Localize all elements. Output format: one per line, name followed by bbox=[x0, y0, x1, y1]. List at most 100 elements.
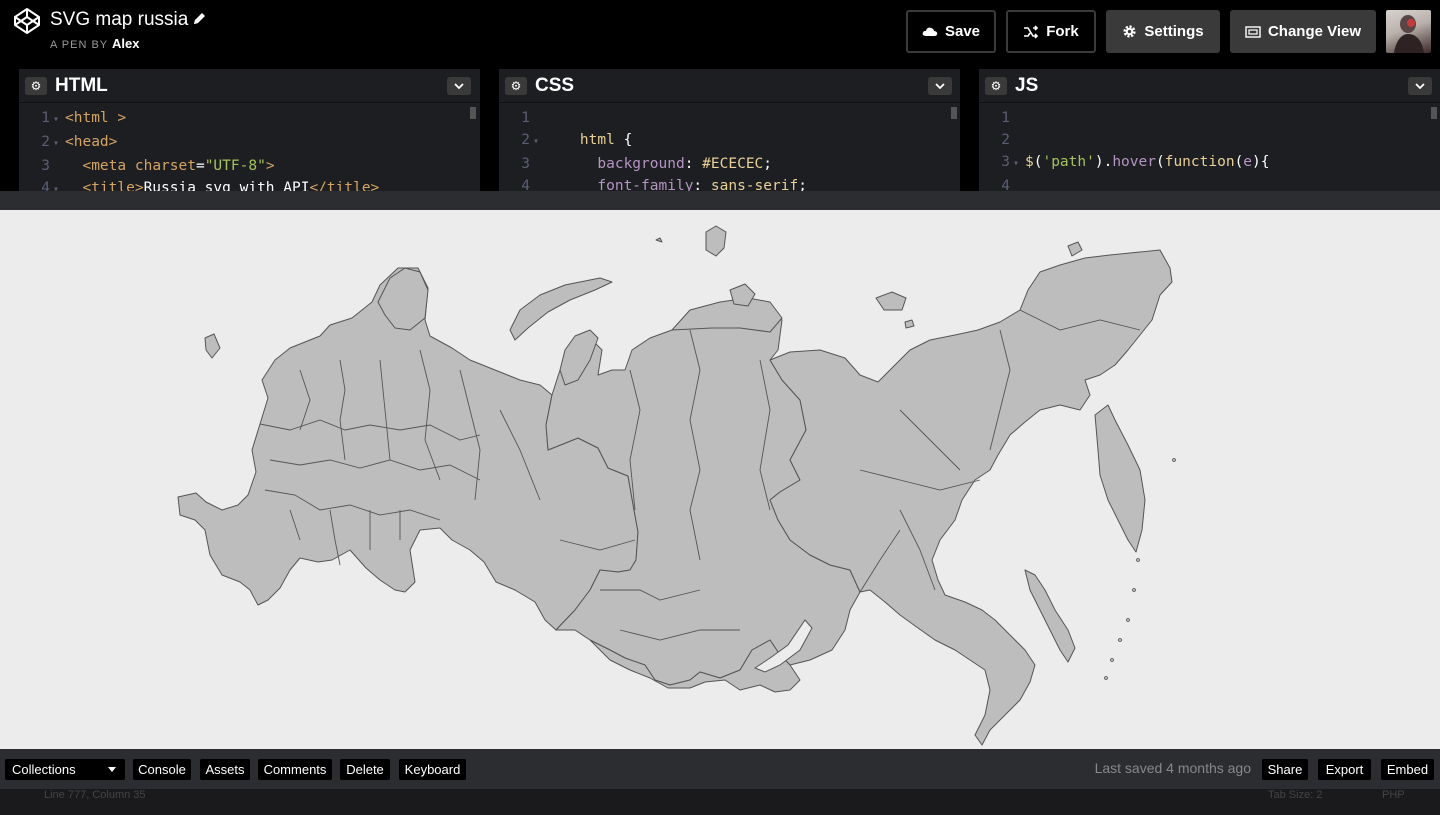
editor-divider-1[interactable] bbox=[480, 69, 499, 192]
map-region-kaliningrad bbox=[204, 333, 221, 359]
css-editor-title: CSS bbox=[535, 75, 575, 96]
js-editor-title: JS bbox=[1015, 75, 1039, 96]
keyboard-button[interactable]: Keyboard bbox=[399, 759, 466, 780]
settings-button[interactable]: Settings bbox=[1106, 10, 1220, 53]
js-editor-pane[interactable]: ⚙ JS 1 2 3 ▾ $('path').hover(function(e){ 4 bbox=[979, 69, 1440, 192]
code-token: function bbox=[1164, 154, 1235, 170]
code-token: font-family bbox=[597, 178, 694, 192]
avatar-image bbox=[1394, 15, 1424, 53]
js-collapse-chevron-down-icon[interactable] bbox=[1408, 77, 1432, 95]
code-line[interactable]: 4 bbox=[979, 175, 1270, 192]
code-token: ; bbox=[798, 178, 807, 192]
code-token: ). bbox=[1094, 154, 1113, 170]
css-editor-pane[interactable]: ⚙ CSS 1 2 ▾ html {3 background: #ECECEC; 4 … bbox=[499, 69, 960, 192]
pencil-edit-icon[interactable] bbox=[191, 11, 207, 27]
map-island-wrangel bbox=[1067, 241, 1083, 257]
russia-map[interactable] bbox=[0, 210, 1440, 749]
collections-label: Collections bbox=[12, 762, 76, 777]
code-line[interactable]: 1 ▾ <html > bbox=[19, 107, 379, 131]
map-island-kuril-4 bbox=[1118, 638, 1122, 642]
js-code[interactable]: 1 2 3 ▾ $('path').hover(function(e){ 4 bbox=[979, 107, 1270, 192]
fork-button[interactable]: Fork bbox=[1006, 10, 1096, 53]
line-number: 2 bbox=[41, 134, 50, 150]
code-token: charset bbox=[134, 158, 196, 174]
html-settings-gear-icon[interactable]: ⚙ bbox=[25, 77, 47, 95]
map-island-small-1 bbox=[655, 237, 663, 243]
comments-button[interactable]: Comments bbox=[258, 759, 332, 780]
code-token: $ bbox=[1025, 154, 1034, 170]
line-number: 4 bbox=[1001, 178, 1010, 192]
code-token: 'path' bbox=[1042, 154, 1095, 170]
status-bar: Line 777, Column 35 Tab Size: 2 PHP bbox=[0, 789, 1440, 815]
code-token: #ECECEC bbox=[702, 156, 764, 172]
css-collapse-chevron-down-icon[interactable] bbox=[928, 77, 952, 95]
code-token: > bbox=[265, 158, 275, 174]
map-island-kuril-2 bbox=[1132, 588, 1136, 592]
author-link[interactable]: Alex bbox=[112, 36, 139, 51]
pen-title[interactable]: SVG map russia bbox=[50, 9, 188, 31]
code-token: ; bbox=[763, 156, 773, 172]
html-editor-pane[interactable]: ⚙ HTML 1 ▾ <html >2 ▾ <head> 3 <meta charset=… bbox=[19, 69, 480, 192]
fork-icon bbox=[1024, 24, 1039, 39]
code-line[interactable]: 4 ▾ <title>Russia svg with API</title> bbox=[19, 177, 379, 192]
code-token: html bbox=[579, 132, 615, 148]
code-line[interactable]: 1 bbox=[499, 107, 807, 129]
js-editor-scrollbar[interactable] bbox=[1431, 107, 1437, 119]
fold-arrow-icon[interactable]: ▾ bbox=[533, 131, 545, 153]
editor-gutter-left[interactable] bbox=[0, 69, 19, 192]
code-line[interactable]: 4 font-family: sans-serif; bbox=[499, 175, 807, 192]
css-settings-gear-icon[interactable]: ⚙ bbox=[505, 77, 527, 95]
code-line[interactable]: 2 ▾ <head> bbox=[19, 131, 379, 155]
html-code[interactable]: 1 ▾ <html >2 ▾ <head> 3 <meta charset="UTF-8"… bbox=[19, 107, 379, 192]
user-avatar[interactable] bbox=[1386, 10, 1431, 53]
line-number: 1 bbox=[521, 110, 530, 126]
layout-icon bbox=[1245, 25, 1261, 38]
editor-resize-bar[interactable] bbox=[0, 191, 1440, 210]
html-editor-header: ⚙ HTML bbox=[19, 69, 480, 103]
css-code[interactable]: 1 2 ▾ html {3 background: #ECECEC; 4 font-f… bbox=[499, 107, 807, 192]
app-header: SVG map russia A PEN BY Alex Save Fork S… bbox=[0, 0, 1440, 63]
css-editor-scrollbar[interactable] bbox=[951, 107, 957, 119]
html-editor-title: HTML bbox=[55, 75, 108, 96]
line-number: 2 bbox=[521, 132, 530, 148]
share-button[interactable]: Share bbox=[1262, 759, 1308, 780]
code-line[interactable]: 3 <meta charset="UTF-8"> bbox=[19, 155, 379, 177]
assets-button[interactable]: Assets bbox=[200, 759, 250, 780]
editor-divider-2[interactable] bbox=[960, 69, 979, 192]
fold-arrow-icon[interactable]: ▾ bbox=[53, 133, 65, 155]
embed-button[interactable]: Embed bbox=[1381, 759, 1434, 780]
fold-arrow-icon[interactable]: ▾ bbox=[53, 109, 65, 131]
code-token: ){ bbox=[1252, 154, 1270, 170]
codepen-logo-icon[interactable] bbox=[13, 7, 41, 35]
code-line[interactable]: 1 bbox=[979, 107, 1270, 129]
delete-button[interactable]: Delete bbox=[340, 759, 390, 780]
change-view-button[interactable]: Change View bbox=[1230, 10, 1376, 53]
fold-arrow-icon[interactable]: ▾ bbox=[1013, 153, 1025, 175]
line-number: 4 bbox=[41, 180, 50, 192]
code-line[interactable]: 3 ▾ $('path').hover(function(e){ bbox=[979, 151, 1270, 175]
js-settings-gear-icon[interactable]: ⚙ bbox=[985, 77, 1007, 95]
code-line[interactable]: 2 bbox=[979, 129, 1270, 151]
line-number: 2 bbox=[1001, 132, 1010, 148]
caret-down-icon bbox=[108, 767, 116, 772]
preview-pane[interactable] bbox=[0, 210, 1440, 749]
html-collapse-chevron-down-icon[interactable] bbox=[447, 77, 471, 95]
collections-dropdown[interactable]: Collections bbox=[5, 759, 125, 780]
html-editor-scrollbar[interactable] bbox=[470, 107, 476, 119]
code-line[interactable]: 2 ▾ html { bbox=[499, 129, 807, 153]
css-editor-header: ⚙ CSS bbox=[499, 69, 960, 103]
save-button[interactable]: Save bbox=[906, 10, 996, 53]
code-token: "UTF-8" bbox=[204, 158, 266, 174]
code-line[interactable]: 3 background: #ECECEC; bbox=[499, 153, 807, 175]
pen-byline: A PEN BY Alex bbox=[50, 36, 139, 51]
console-button[interactable]: Console bbox=[133, 759, 191, 780]
cloud-icon bbox=[922, 27, 938, 36]
code-token: <head> bbox=[65, 134, 118, 150]
code-token: { bbox=[614, 132, 633, 148]
export-button[interactable]: Export bbox=[1318, 759, 1371, 780]
map-region-sakhalin bbox=[1024, 569, 1076, 663]
line-number: 3 bbox=[1001, 154, 1010, 170]
